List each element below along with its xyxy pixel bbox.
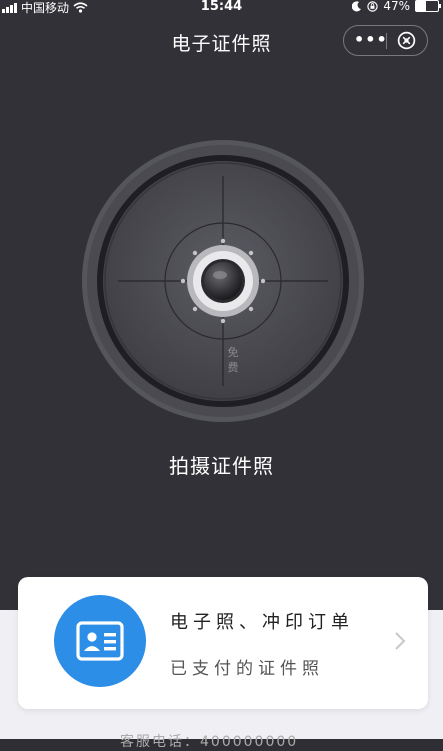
status-bar: 中国移动 15:44 47% — [0, 0, 443, 15]
camera-shutter-button[interactable] — [82, 140, 364, 422]
chevron-right-icon — [395, 632, 406, 650]
battery-icon — [415, 0, 441, 12]
mini-program-capsule: ••• — [343, 25, 428, 56]
ellipsis-icon[interactable]: ••• — [354, 26, 387, 55]
moon-icon — [352, 0, 362, 11]
rotation-lock-icon — [367, 0, 379, 12]
free-label: 免费 — [227, 346, 239, 374]
battery-percent: 47% — [383, 0, 410, 13]
order-card-subtitle: 已支付的证件照 — [170, 659, 324, 679]
order-card-title: 电子照、冲印订单 — [170, 612, 354, 633]
status-right: 47% — [352, 0, 441, 13]
close-circle-icon[interactable] — [397, 31, 416, 50]
capsule-divider — [386, 33, 387, 49]
take-id-photo-label[interactable]: 拍摄证件照 — [0, 450, 443, 479]
id-card-icon — [54, 595, 146, 687]
order-card[interactable]: 电子照、冲印订单 已支付的证件照 — [18, 577, 428, 709]
footer-partial-text: 客服电话：400000000 — [120, 734, 299, 750]
